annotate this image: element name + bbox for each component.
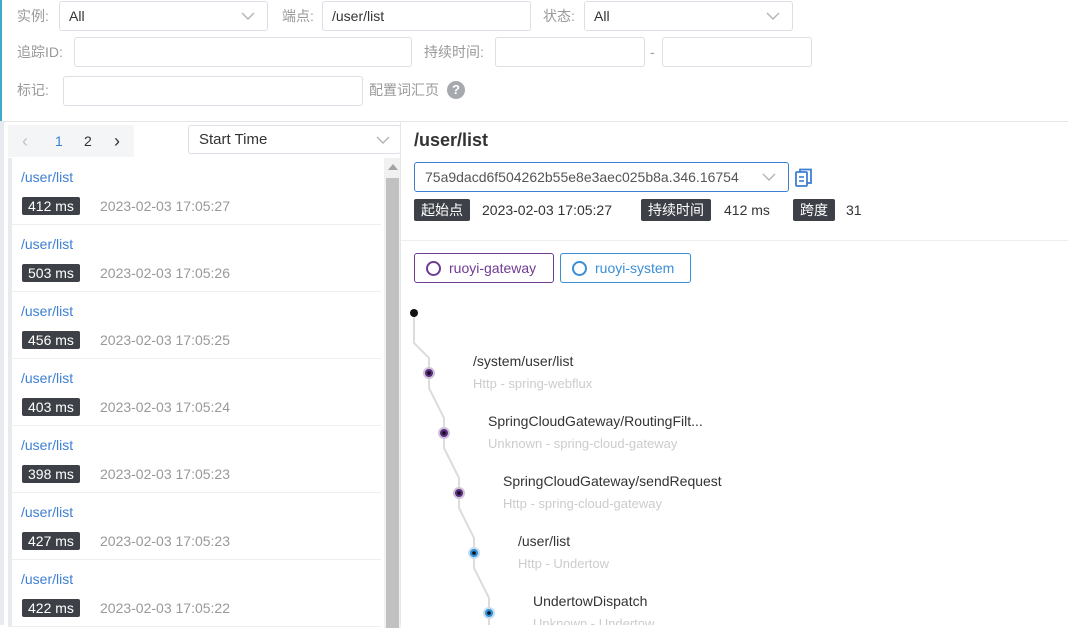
prev-page-button[interactable]: ‹ <box>22 125 28 157</box>
chevron-down-icon <box>376 136 390 144</box>
span-tree-links <box>410 309 495 625</box>
trace-list: /user/list 412 ms 2023-02-03 17:05:27 /u… <box>8 158 381 628</box>
status-label: 状态: <box>543 8 575 24</box>
span-name[interactable]: SpringCloudGateway/RoutingFilt... <box>488 413 703 429</box>
span-type: Http - spring-webflux <box>473 376 593 391</box>
start-time-tag: 起始点 <box>414 199 470 221</box>
trace-list-scrollbar[interactable] <box>384 158 401 628</box>
service-name: ruoyi-system <box>595 260 675 276</box>
span-type: Unknown - Undertow <box>533 616 655 625</box>
span-tree: /system/user/list Http - spring-webflux … <box>401 290 1068 625</box>
page-1-button[interactable]: 1 <box>55 125 63 157</box>
trace-timestamp: 2023-02-03 17:05:23 <box>100 466 230 482</box>
duration-min-input[interactable] <box>495 37 645 67</box>
sort-value: Start Time <box>199 131 268 148</box>
trace-endpoint[interactable]: /user/list <box>21 303 73 319</box>
duration-badge: 398 ms <box>22 465 80 483</box>
endpoint-input[interactable]: /user/list <box>322 1 531 31</box>
trace-id-value: 75a9dacd6f504262b55e8e3aec025b8a.346.167… <box>425 169 739 185</box>
trace-endpoint[interactable]: /user/list <box>21 169 73 185</box>
span-type: Http - Undertow <box>518 556 610 571</box>
start-time-value: 2023-02-03 17:05:27 <box>482 202 612 218</box>
chevron-down-icon <box>241 12 255 20</box>
trace-list-item[interactable]: /user/list 403 ms 2023-02-03 17:05:24 <box>8 359 381 426</box>
span-count-tag: 跨度 <box>793 199 835 221</box>
instance-select[interactable]: All <box>59 1 268 31</box>
chevron-down-icon <box>762 172 776 182</box>
duration-label: 持续时间: <box>424 44 484 60</box>
next-page-button[interactable]: › <box>114 125 120 157</box>
help-icon[interactable]: ? <box>447 81 465 99</box>
trace-id-select[interactable]: 75a9dacd6f504262b55e8e3aec025b8a.346.167… <box>414 162 789 192</box>
trace-list-item[interactable]: /user/list 398 ms 2023-02-03 17:05:23 <box>8 426 381 493</box>
endpoint-label: 端点: <box>282 8 314 24</box>
trace-endpoint[interactable]: /user/list <box>21 504 73 520</box>
service-filter-ruoyi-gateway[interactable]: ruoyi-gateway <box>414 253 554 283</box>
instance-value: All <box>69 8 85 24</box>
trace-list-item[interactable]: /user/list 427 ms 2023-02-03 17:05:23 <box>8 493 381 560</box>
endpoint-value: /user/list <box>332 8 385 24</box>
trace-list-item[interactable]: /user/list 503 ms 2023-02-03 17:05:26 <box>8 225 381 292</box>
trace-timestamp: 2023-02-03 17:05:23 <box>100 533 230 549</box>
service-filter-ruoyi-system[interactable]: ruoyi-system <box>560 253 691 283</box>
status-value: All <box>594 8 610 24</box>
tags-input[interactable] <box>63 76 363 106</box>
trace-list-item[interactable]: /user/list 456 ms 2023-02-03 17:05:25 <box>8 292 381 359</box>
trace-list-item[interactable]: /user/list 422 ms 2023-02-03 17:05:22 <box>8 560 381 627</box>
duration-badge: 427 ms <box>22 532 80 550</box>
config-vocabulary-link[interactable]: 配置词汇页 <box>369 75 439 105</box>
instance-label: 实例: <box>17 8 49 24</box>
duration-badge: 503 ms <box>22 264 80 282</box>
trace-timestamp: 2023-02-03 17:05:24 <box>100 399 230 415</box>
duration-badge: 456 ms <box>22 331 80 349</box>
duration-separator: - <box>650 44 655 60</box>
chevron-down-icon <box>766 12 780 20</box>
trace-list-item[interactable]: /user/list 412 ms 2023-02-03 17:05:27 <box>8 158 381 225</box>
trace-endpoint[interactable]: /user/list <box>21 437 73 453</box>
trace-timestamp: 2023-02-03 17:05:26 <box>100 265 230 281</box>
trace-endpoint[interactable]: /user/list <box>21 571 73 587</box>
span-count-value: 31 <box>846 202 862 218</box>
duration-tag: 持续时间 <box>641 199 711 221</box>
span-type: Unknown - spring-cloud-gateway <box>488 436 678 451</box>
trace-list-panel: ‹ 1 2 › Start Time /user/list 412 ms 202… <box>0 122 401 628</box>
scrollbar-thumb[interactable] <box>386 178 399 628</box>
circle-icon <box>426 261 441 276</box>
status-select[interactable]: All <box>584 1 793 31</box>
trace-id-input[interactable] <box>74 37 412 67</box>
root-node <box>410 309 418 317</box>
copy-icon[interactable] <box>795 168 813 188</box>
trace-timestamp: 2023-02-03 17:05:25 <box>100 332 230 348</box>
service-name: ruoyi-gateway <box>449 260 537 276</box>
trace-endpoint[interactable]: /user/list <box>21 236 73 252</box>
trace-timestamp: 2023-02-03 17:05:27 <box>100 198 230 214</box>
span-type: Http - spring-cloud-gateway <box>503 496 662 511</box>
trace-title: /user/list <box>414 130 489 150</box>
filter-panel: 实例: All 端点: /user/list 状态: All 追踪ID: 持续时… <box>0 0 1068 121</box>
divider <box>401 240 1068 241</box>
sort-select[interactable]: Start Time <box>188 125 401 154</box>
tags-label: 标记: <box>17 82 49 98</box>
duration-max-input[interactable] <box>662 37 812 67</box>
span-name[interactable]: UndertowDispatch <box>533 593 647 609</box>
span-name[interactable]: /user/list <box>518 533 570 549</box>
trace-id-label: 追踪ID: <box>17 44 63 60</box>
duration-badge: 403 ms <box>22 398 80 416</box>
duration-badge: 412 ms <box>22 197 80 215</box>
scroll-up-arrow-icon[interactable] <box>388 164 398 170</box>
trace-endpoint[interactable]: /user/list <box>21 370 73 386</box>
page-2-button[interactable]: 2 <box>84 125 92 157</box>
duration-value: 412 ms <box>724 202 770 218</box>
trace-timestamp: 2023-02-03 17:05:22 <box>100 600 230 616</box>
circle-icon <box>572 261 587 276</box>
duration-badge: 422 ms <box>22 599 80 617</box>
span-name[interactable]: /system/user/list <box>473 353 573 369</box>
span-name[interactable]: SpringCloudGateway/sendRequest <box>503 473 722 489</box>
pagination: ‹ 1 2 › <box>8 125 134 157</box>
